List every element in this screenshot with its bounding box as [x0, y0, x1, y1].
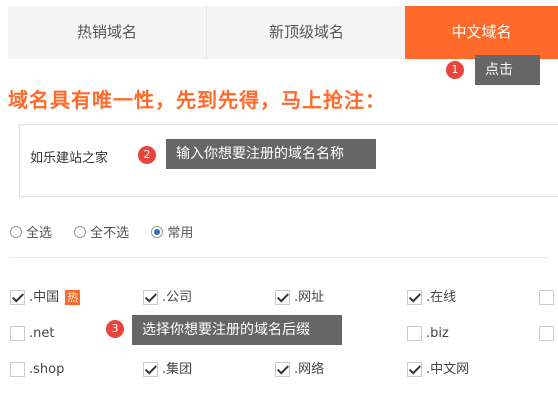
checkbox[interactable]	[10, 326, 25, 341]
step-1-badge: 1	[446, 61, 464, 79]
suffix-label: .网络	[294, 362, 325, 377]
suffix-net[interactable]: .net	[10, 325, 54, 343]
suffix-zaixian[interactable]: .在线	[407, 289, 456, 307]
step-3-tooltip: 选择你想要注册的域名后缀	[132, 315, 342, 345]
page-headline: 域名具有唯一性，先到先得，马上抢注：	[8, 88, 386, 112]
suffix-partial[interactable]	[539, 289, 558, 307]
selection-radio-group: 全选 全不选 常用	[10, 222, 211, 241]
radio-select-all[interactable]: 全选	[10, 222, 52, 241]
suffix-jituan[interactable]: .集团	[143, 361, 192, 379]
step-2-badge: 2	[138, 146, 156, 164]
checkbox[interactable]	[407, 326, 422, 341]
suffix-label: .公司	[162, 290, 193, 305]
suffix-partial[interactable]	[539, 325, 558, 343]
radio-label: 全选	[26, 226, 53, 241]
checkbox[interactable]	[407, 362, 422, 377]
suffix-label: .biz	[426, 326, 449, 341]
checkbox[interactable]	[275, 290, 290, 305]
suffix-zhongwenwang[interactable]: .中文网	[407, 361, 469, 379]
radio-common[interactable]: 常用	[151, 222, 193, 241]
step-1-tooltip: 点击	[475, 55, 540, 85]
suffix-label: .集团	[162, 362, 193, 377]
checkbox[interactable]	[10, 290, 25, 305]
suffix-label: .net	[29, 326, 55, 341]
checkbox[interactable]	[539, 290, 554, 305]
suffix-gongsi[interactable]: .公司	[143, 289, 192, 307]
suffix-wangzhi[interactable]: .网址	[275, 289, 324, 307]
suffix-label: .shop	[29, 362, 65, 377]
radio-circle	[74, 226, 87, 238]
suffix-label: .网址	[294, 290, 325, 305]
checkbox[interactable]	[539, 326, 554, 341]
hot-badge: 热	[65, 290, 81, 305]
radio-circle	[10, 226, 22, 238]
suffix-label: .在线	[426, 290, 457, 305]
checkbox[interactable]	[275, 362, 290, 377]
radio-label: 全不选	[90, 226, 130, 241]
domain-type-tabs: 热销域名 新顶级域名 中文域名	[8, 6, 558, 59]
divider	[10, 257, 548, 258]
checkbox[interactable]	[407, 290, 422, 305]
radio-label: 常用	[167, 226, 194, 241]
tab-new-tld[interactable]: 新顶级域名	[206, 6, 406, 59]
domain-name-value: 如乐建站之家	[30, 151, 109, 166]
step-3-badge: 3	[106, 320, 124, 338]
step-2-tooltip: 输入你想要注册的域名名称	[166, 139, 376, 169]
radio-select-none[interactable]: 全不选	[74, 222, 129, 241]
suffix-shop[interactable]: .shop	[10, 361, 64, 379]
suffix-label: .中文网	[426, 362, 470, 377]
suffix-wangluo[interactable]: .网络	[275, 361, 324, 379]
checkbox[interactable]	[10, 362, 25, 377]
checkbox[interactable]	[143, 290, 158, 305]
suffix-cn[interactable]: .中国热	[10, 289, 81, 307]
radio-circle-selected	[151, 226, 164, 238]
checkbox[interactable]	[143, 362, 158, 377]
suffix-biz[interactable]: .biz	[407, 325, 449, 343]
tab-chinese-domains[interactable]: 中文域名	[405, 6, 558, 59]
tab-hot-domains[interactable]: 热销域名	[8, 6, 206, 59]
suffix-label: .中国	[29, 290, 60, 305]
